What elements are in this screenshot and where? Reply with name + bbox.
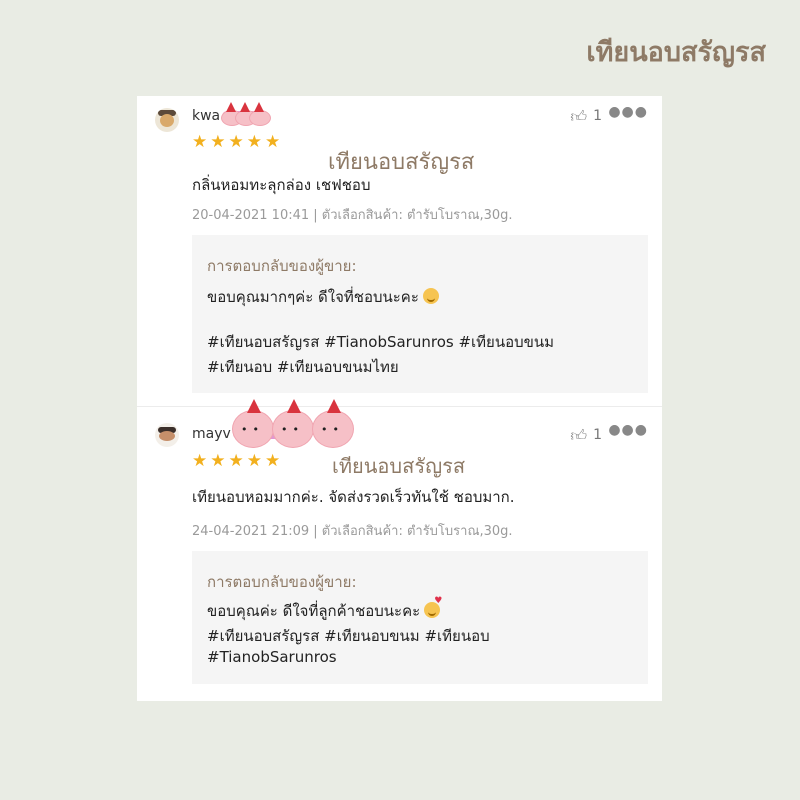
star-rating: ★ ★ ★ ★ ★ [192,132,283,152]
like-count: 1 [593,427,602,443]
review-text: เทียนอบหอมมากค่ะ. จัดส่งรวดเร็วทันใช้ ชอ… [192,488,515,506]
star-icon: ★ [210,132,226,152]
star-icon: ★ [246,132,262,152]
seller-reply-line: #เทียนอบสรัญรส #เทียนอบขนม #เทียนอบ [207,627,490,645]
watermark: เทียนอบสรัญรส [332,454,466,478]
more-dots-icon[interactable]: ●●● [608,104,648,120]
like-count: 1 [593,108,602,124]
seller-reply: การตอบกลับของผู้ขาย: ขอบคุณค่ะ ดีใจที่ลู… [192,551,648,684]
review-item: mayv •• •• •• 👍︎ 1 ●●● ★ ★ ★ ★ ★ เทียนอบสรัญร… [137,399,662,701]
seller-reply-title: การตอบกลับของผู้ขาย: [207,257,357,275]
seller-reply-line: ขอบคุณมากๆค่ะ ดีใจที่ชอบนะคะ [207,285,439,309]
like-button[interactable]: 👍︎ 1 [570,426,602,446]
star-icon: ★ [265,451,281,471]
reviews-card: kwa 👍︎ 1 ●●● ★ ★ ★ ★ ★ เทียนอบสรัญรส กลิ่นหอม… [137,96,662,701]
like-button[interactable]: 👍︎ 1 [570,107,602,127]
review-meta: 20-04-2021 10:41 | ตัวเลือกสินค้า: ตำรับ… [192,208,513,223]
smiling-face-with-hearts-icon [424,596,442,618]
review-meta: 24-04-2021 21:09 | ตัวเลือกสินค้า: ตำรับ… [192,524,513,539]
thumbs-up-icon: 👍︎ [570,107,588,126]
star-icon: ★ [265,132,281,152]
star-rating: ★ ★ ★ ★ ★ [192,451,283,471]
star-icon: ★ [192,132,208,152]
avatar[interactable] [155,108,179,132]
seller-reply-line: #เทียนอบสรัญรส #TianobSarunros #เทียนอบข… [207,333,555,351]
review-item: kwa 👍︎ 1 ●●● ★ ★ ★ ★ ★ เทียนอบสรัญรส กลิ่นหอม… [137,96,662,407]
star-icon: ★ [192,451,208,471]
thumbs-up-icon: 👍︎ [570,426,588,445]
brand-title: เทียนอบสรัญรส [586,37,766,68]
seller-reply-line: ขอบคุณค่ะ ดีใจที่ลูกค้าชอบนะคะ [207,596,442,623]
star-icon: ★ [246,451,262,471]
star-icon: ★ [228,451,244,471]
avatar[interactable] [155,423,179,447]
seller-reply-title: การตอบกลับของผู้ขาย: [207,573,357,591]
seller-reply-text: ขอบคุณมากๆค่ะ ดีใจที่ชอบนะคะ [207,288,419,306]
review-text: กลิ่นหอมทะลุกล่อง เชฟชอบ [192,176,371,194]
username-text: kwa [192,108,221,124]
seller-reply-text: ขอบคุณค่ะ ดีใจที่ลูกค้าชอบนะคะ [207,602,421,620]
seller-reply-line: #TianobSarunros [207,648,337,666]
username-text: mayv [192,426,231,442]
more-dots-icon[interactable]: ●●● [608,422,648,438]
seller-reply: การตอบกลับของผู้ขาย: ขอบคุณมากๆค่ะ ดีใจท… [192,235,648,393]
star-icon: ★ [228,132,244,152]
star-icon: ★ [210,451,226,471]
smiling-face-icon [422,288,439,304]
seller-reply-line: #เทียนอบ #เทียนอบขนมไทย [207,358,399,376]
